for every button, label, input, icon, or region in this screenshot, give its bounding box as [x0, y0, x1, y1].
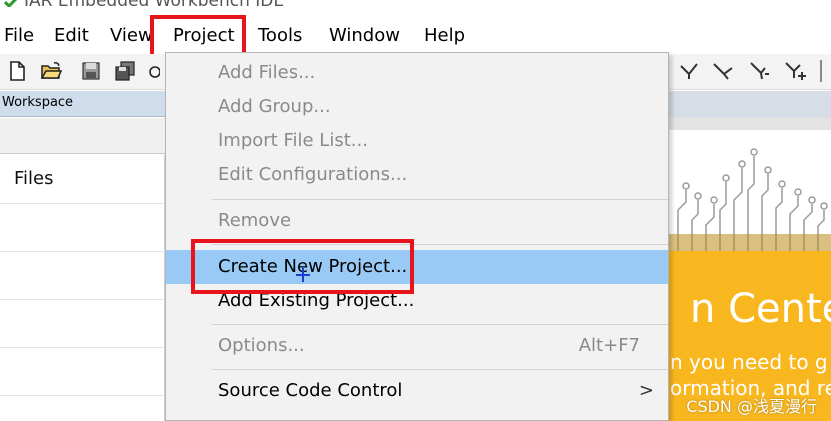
mouse-cursor-icon [296, 268, 310, 282]
menu-window[interactable]: Window [327, 24, 402, 48]
menu-item-add-existing-project[interactable]: Add Existing Project... [166, 284, 668, 318]
menu-item-edit-configurations[interactable]: Edit Configurations... [166, 158, 668, 192]
menu-item-options-label: Options... [218, 335, 305, 356]
workspace-header: Workspace [0, 91, 165, 117]
row-divider [0, 251, 165, 252]
menu-file[interactable]: File [2, 24, 36, 48]
menu-item-source-code-control-label: Source Code Control [218, 380, 403, 401]
title-bar: IAR Embedded Workbench IDE [0, 0, 831, 13]
debug-tool-icon[interactable] [146, 60, 160, 82]
add-watch-icon[interactable] [784, 60, 806, 82]
menu-item-add-files[interactable]: Add Files... [166, 56, 668, 90]
circuit-graphic-icon [668, 148, 831, 251]
workspace-files-panel[interactable]: Files [0, 155, 165, 421]
menu-separator [212, 199, 668, 200]
save-all-icon[interactable] [114, 60, 136, 82]
save-icon[interactable] [80, 60, 102, 82]
workspace-config-bar[interactable] [0, 118, 165, 154]
app-logo-icon [4, 0, 18, 7]
menu-separator [212, 244, 668, 245]
menu-tools[interactable]: Tools [256, 24, 304, 48]
information-center-banner: n Cente n you need to g ormation, and re [668, 130, 831, 421]
menu-project[interactable]: Project [171, 24, 237, 48]
banner-heading: n Cente [690, 286, 831, 332]
row-divider [0, 395, 165, 396]
editor-tab-header [668, 91, 831, 118]
step-icon[interactable] [712, 60, 734, 82]
window-title: IAR Embedded Workbench IDE [24, 0, 285, 11]
files-column-header: Files [14, 168, 54, 189]
menu-item-remove[interactable]: Remove [166, 204, 668, 238]
open-folder-icon[interactable] [40, 60, 62, 82]
run-to-cursor-icon[interactable] [748, 60, 770, 82]
menu-item-create-new-project[interactable]: Create New Project... [166, 250, 668, 284]
menu-item-options[interactable]: Options... Alt+F7 [166, 329, 668, 363]
menu-item-add-group[interactable]: Add Group... [166, 90, 668, 124]
menu-help[interactable]: Help [422, 24, 467, 48]
submenu-arrow-icon: > [638, 380, 654, 401]
banner-text-line-1: n you need to g [670, 350, 828, 374]
breakpoint-icon[interactable] [678, 60, 700, 82]
row-divider [0, 347, 165, 348]
row-divider [0, 203, 165, 204]
new-file-icon[interactable] [6, 60, 28, 82]
row-divider [0, 299, 165, 300]
menu-edit[interactable]: Edit [52, 24, 91, 48]
project-dropdown-menu: Add Files... Add Group... Import File Li… [165, 52, 669, 421]
menu-bar: File Edit View Project Tools Window Help [0, 20, 831, 54]
toolbar-separator [820, 60, 822, 82]
menu-separator [212, 369, 668, 370]
watermark-text: CSDN @浅夏漫行 [686, 397, 817, 416]
menu-view[interactable]: View [108, 24, 155, 48]
menu-separator [212, 324, 668, 325]
menu-item-source-code-control[interactable]: Source Code Control > [166, 374, 668, 408]
menu-item-import-file-list[interactable]: Import File List... [166, 124, 668, 158]
options-shortcut: Alt+F7 [578, 335, 640, 356]
